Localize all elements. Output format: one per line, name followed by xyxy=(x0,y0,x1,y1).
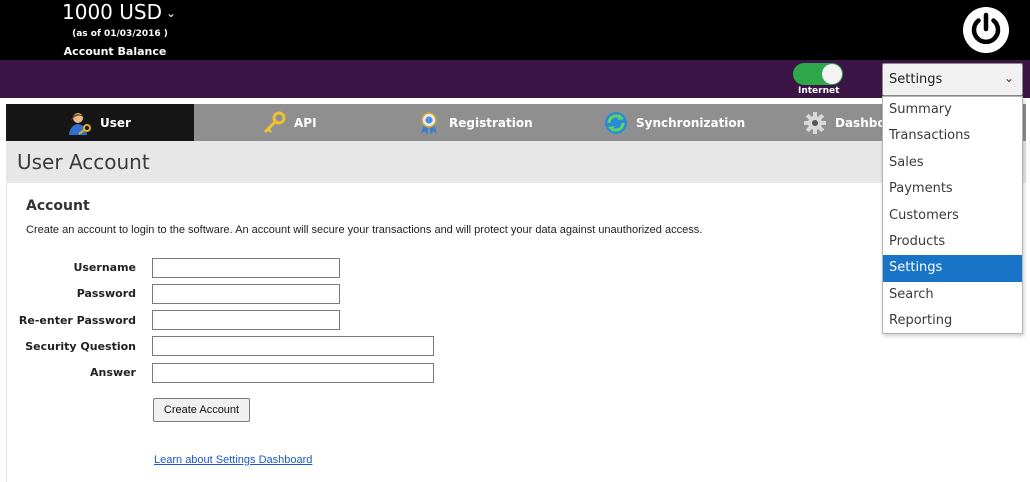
create-account-button[interactable]: Create Account xyxy=(153,398,250,422)
option-reporting[interactable]: Reporting xyxy=(883,308,1022,334)
option-transactions[interactable]: Transactions xyxy=(883,123,1022,149)
balance-amount[interactable]: 1000 USD xyxy=(62,0,162,24)
chevron-down-icon: ⌄ xyxy=(1003,71,1014,85)
view-select[interactable]: Settings ⌄ xyxy=(882,63,1023,96)
page-title: User Account xyxy=(17,150,150,174)
tab-user[interactable]: User xyxy=(6,104,194,141)
key-icon xyxy=(263,111,286,133)
option-sales[interactable]: Sales xyxy=(883,150,1022,176)
tab-api[interactable]: API xyxy=(262,104,317,141)
tab-label: User xyxy=(100,115,131,130)
chevron-down-icon[interactable]: ⌄ xyxy=(166,6,176,20)
toggle-knob xyxy=(822,64,842,84)
security-question-label: Security Question xyxy=(25,340,136,353)
reenter-password-label: Re-enter Password xyxy=(18,314,136,327)
tab-bar: User API Registration Synchronization Da… xyxy=(6,104,1026,141)
top-header: 1000 USD ⌄ (as of 01/03/2016 ) Account B… xyxy=(0,0,1030,60)
power-icon[interactable] xyxy=(963,7,1009,53)
ribbon-icon xyxy=(421,111,437,135)
tab-dashboard[interactable]: Dashboa xyxy=(803,104,894,141)
view-select-value: Settings xyxy=(889,72,943,87)
section-heading: Account xyxy=(26,198,90,214)
option-customers[interactable]: Customers xyxy=(883,203,1022,229)
username-label: Username xyxy=(73,261,136,274)
reenter-password-field[interactable] xyxy=(152,310,340,330)
learn-settings-link[interactable]: Learn about Settings Dashboard xyxy=(154,454,312,466)
status-bar xyxy=(0,60,1030,98)
view-select-options: Summary Transactions Sales Payments Cust… xyxy=(882,96,1023,334)
option-settings[interactable]: Settings xyxy=(883,255,1022,282)
security-question-field[interactable] xyxy=(152,336,434,356)
option-products[interactable]: Products xyxy=(883,229,1022,255)
option-search[interactable]: Search xyxy=(883,282,1022,308)
user-key-icon xyxy=(69,112,91,135)
internet-label: Internet xyxy=(798,86,840,96)
password-label: Password xyxy=(76,287,136,300)
tab-synchronization[interactable]: Synchronization xyxy=(604,104,745,141)
sync-icon xyxy=(605,111,627,134)
tab-label: Registration xyxy=(449,115,533,130)
option-summary[interactable]: Summary xyxy=(883,97,1022,123)
gear-icon xyxy=(804,111,826,134)
section-description: Create an account to login to the softwa… xyxy=(26,224,703,236)
username-field[interactable] xyxy=(152,258,340,278)
tab-label: Synchronization xyxy=(636,115,746,130)
password-field[interactable] xyxy=(152,284,340,304)
balance-date: (as of 01/03/2016 ) xyxy=(72,29,168,39)
answer-label: Answer xyxy=(90,366,136,379)
balance-label: Account Balance xyxy=(63,45,167,58)
page-title-bar: User Account xyxy=(6,141,1026,183)
tab-registration[interactable]: Registration xyxy=(417,104,533,141)
answer-field[interactable] xyxy=(152,363,434,383)
internet-toggle[interactable] xyxy=(793,63,843,85)
tab-label: API xyxy=(294,115,317,130)
option-payments[interactable]: Payments xyxy=(883,176,1022,202)
